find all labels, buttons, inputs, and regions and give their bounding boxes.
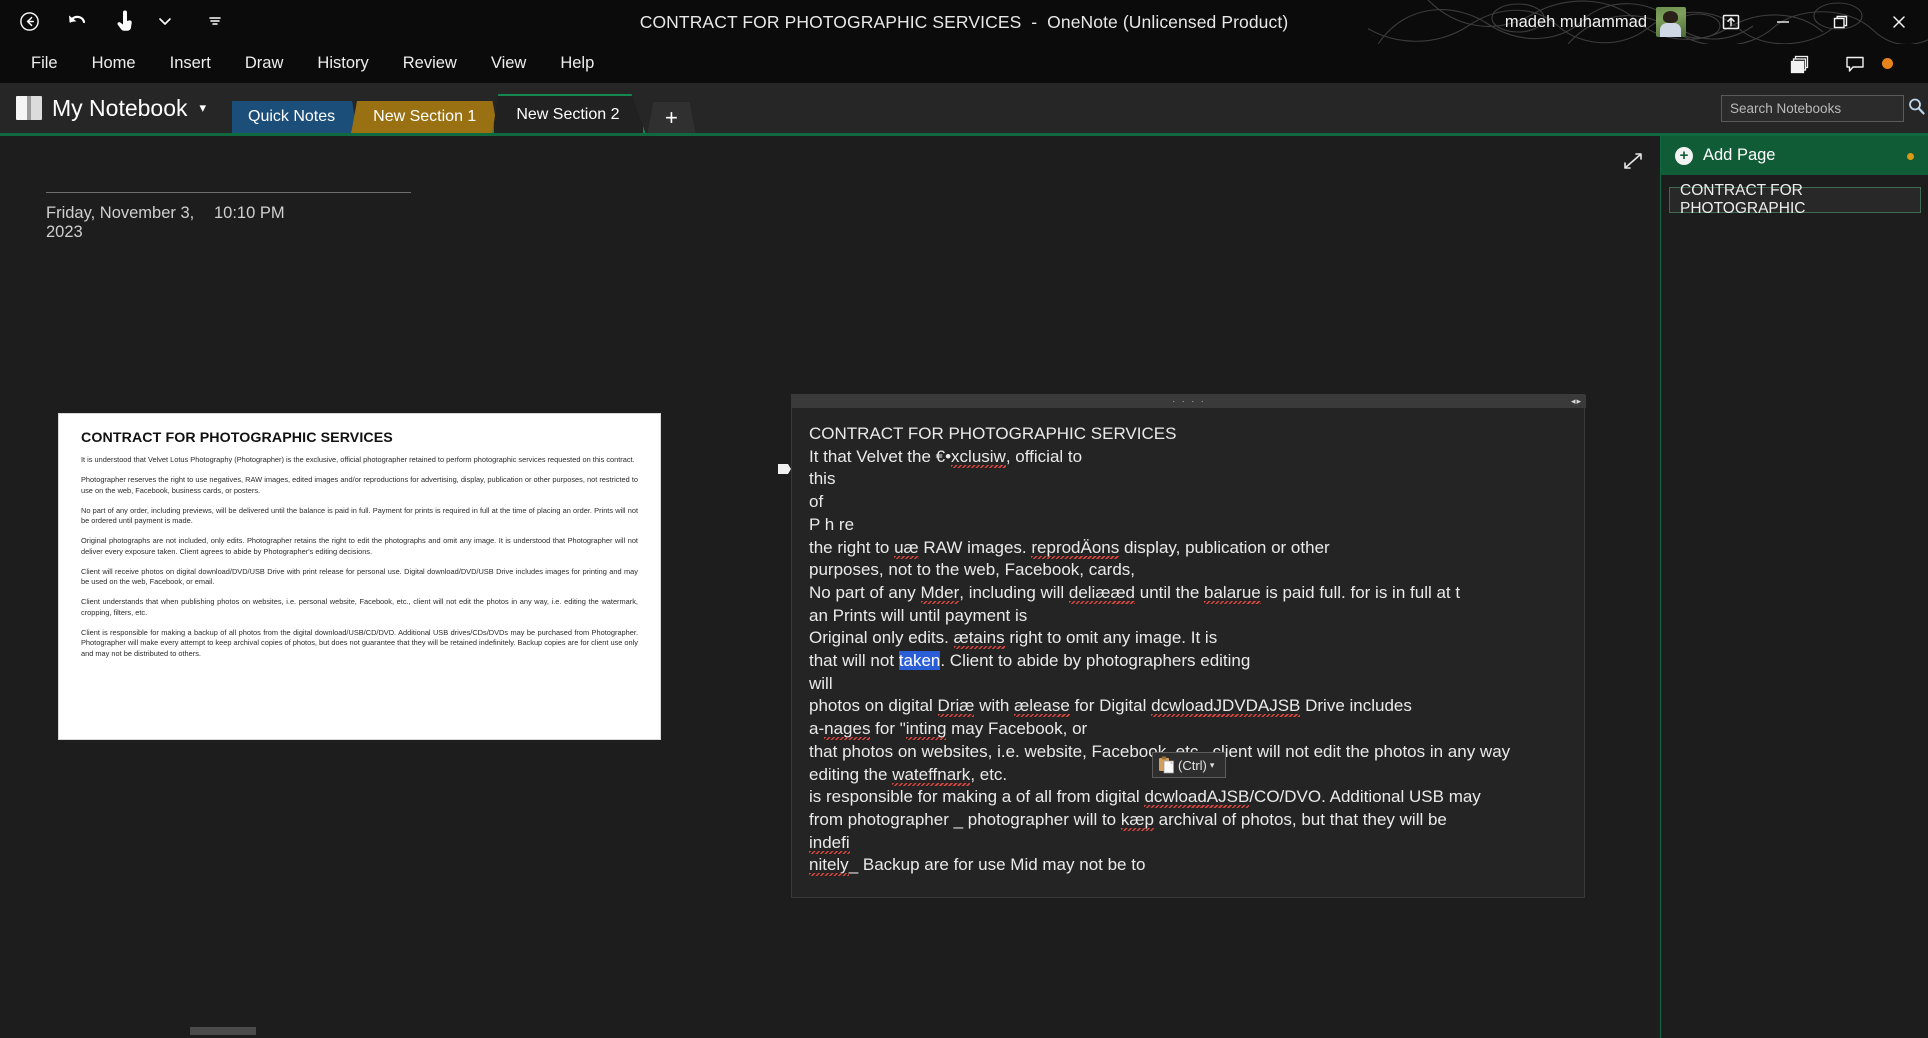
pasted-line: purposes, not to the web, Facebook, card… — [809, 560, 1136, 580]
pasted-line: No part of any Mder, including will deli… — [809, 582, 1461, 602]
back-arrow-circle-icon[interactable] — [14, 6, 44, 36]
contract-image-paragraph: Client understands that when publishing … — [81, 597, 638, 617]
tab-history[interactable]: History — [300, 44, 385, 83]
note-paragraph-handle-icon[interactable] — [776, 462, 792, 478]
paste-options-label: (Ctrl) — [1178, 757, 1207, 773]
touch-mode-icon[interactable] — [110, 6, 140, 36]
contract-image[interactable]: CONTRACT FOR PHOTOGRAPHIC SERVICES It is… — [59, 414, 660, 739]
clipboard-paste-icon — [1158, 756, 1175, 774]
page-panel-status-dot — [1907, 153, 1914, 160]
tab-insert[interactable]: Insert — [153, 44, 228, 83]
notebook-icon — [16, 96, 42, 120]
page-canvas[interactable]: Friday, November 3, 2023 10:10 PM CONTRA… — [0, 136, 1660, 1038]
pasted-line: from photographer _ photographer will to… — [809, 809, 1447, 829]
pasted-line: is responsible for making a of all from … — [809, 787, 1481, 807]
pasted-line: an Prints will until payment is — [809, 605, 1028, 625]
page-date[interactable]: Friday, November 3, 2023 — [46, 204, 214, 242]
pasted-line: nitely_ Backup are for use Mid may not b… — [809, 855, 1146, 875]
pasted-line: P h re — [809, 514, 855, 534]
pasted-line: will — [809, 673, 833, 693]
pasted-line: of — [809, 492, 824, 512]
add-section-button[interactable]: + — [647, 102, 695, 133]
ribbon-tab-bar: File Home Insert Draw History Review Vie… — [0, 44, 1928, 83]
minimize-button[interactable] — [1754, 0, 1812, 44]
note-container-handle[interactable]: · · · · ◂▸ — [792, 395, 1586, 408]
avatar[interactable] — [1656, 7, 1686, 37]
section-tab-label: Quick Notes — [248, 108, 336, 125]
undo-icon[interactable] — [62, 6, 92, 36]
window-title-text: CONTRACT FOR PHOTOGRAPHIC SERVICES - One… — [639, 11, 1289, 32]
notebook-name: My Notebook — [52, 94, 188, 121]
pasted-line: It that Velvet the €•xclusiw, official t… — [809, 446, 1083, 466]
page-list-panel: + Add Page CONTRACT FOR PHOTOGRAPHIC — [1660, 136, 1928, 1038]
pasted-line: indefi — [809, 832, 850, 852]
tab-view[interactable]: View — [474, 44, 543, 83]
page-list-item-title: CONTRACT FOR PHOTOGRAPHIC — [1680, 182, 1806, 217]
section-tab-label: New Section 2 — [516, 105, 620, 123]
pasted-line: a-nages for "inting may Facebook, or — [809, 719, 1088, 739]
add-page-button[interactable]: + Add Page — [1661, 136, 1928, 176]
section-tab-label: New Section 1 — [373, 108, 477, 125]
tab-review[interactable]: Review — [386, 44, 474, 83]
restore-button[interactable] — [1812, 0, 1870, 44]
chevron-down-icon[interactable]: ▾ — [200, 100, 207, 116]
contract-image-paragraph: It is understood that Velvet Lotus Photo… — [81, 455, 635, 464]
page-title-rule — [46, 192, 411, 193]
pasted-text-container[interactable]: · · · · ◂▸ CONTRACT FOR PHOTOGRAPHIC SER… — [778, 394, 1586, 898]
pasted-line: the right to uæ RAW images. reprodÄons d… — [809, 537, 1330, 557]
tab-draw[interactable]: Draw — [228, 44, 301, 83]
titlebar-right-cluster: madeh muhammad — [1505, 0, 1928, 44]
paste-options-button[interactable]: (Ctrl) ▾ — [1152, 752, 1226, 778]
search-notebooks-box[interactable]: ▾ — [1721, 95, 1925, 122]
contract-image-paragraph: Client is responsible for making a backu… — [81, 627, 638, 658]
account-name[interactable]: madeh muhammad — [1505, 13, 1647, 32]
quick-access-dropdown-icon[interactable] — [150, 6, 180, 36]
tab-help[interactable]: Help — [543, 44, 611, 83]
pasted-line: photos on digital Driæ with ælease for D… — [809, 696, 1412, 716]
section-tab-new-section-1[interactable]: New Section 1 — [351, 101, 499, 133]
expand-page-icon[interactable] — [1620, 148, 1646, 174]
contract-image-heading: CONTRACT FOR PHOTOGRAPHIC SERVICES — [81, 430, 393, 446]
pasted-line: that will not taken. Client to abide by … — [809, 651, 1251, 671]
unlicensed-status-dot — [1882, 58, 1893, 69]
share-pages-icon[interactable] — [1774, 44, 1828, 83]
section-tab-new-section-2[interactable]: New Section 2 — [492, 94, 645, 133]
contract-image-paragraph: No part of any order, including previews… — [81, 505, 638, 526]
horizontal-scrollbar[interactable] — [0, 1024, 1660, 1038]
page-time[interactable]: 10:10 PM — [214, 204, 285, 223]
pasted-line: CONTRACT FOR PHOTOGRAPHIC SERVICES — [809, 424, 1177, 443]
section-tabs: Quick Notes New Section 1 New Section 2 … — [232, 83, 695, 133]
page-datetime: Friday, November 3, 2023 10:10 PM — [46, 204, 416, 242]
note-resize-arrows-icon[interactable]: ◂▸ — [1571, 396, 1582, 407]
contract-image-paragraph: Photographer reserves the right to use n… — [81, 475, 638, 495]
pasted-line: Original only edits. ætains right to omi… — [809, 628, 1218, 648]
contract-image-paragraph: Original photographs are not included, o… — [81, 536, 638, 556]
horizontal-scrollbar-thumb[interactable] — [190, 1027, 256, 1035]
tab-home[interactable]: Home — [75, 44, 153, 83]
comments-icon[interactable] — [1828, 44, 1882, 83]
customize-quick-access-icon[interactable] — [200, 6, 230, 36]
ribbon-tabs: File Home Insert Draw History Review Vie… — [0, 44, 1928, 83]
pasted-line: this — [809, 469, 836, 489]
tab-file[interactable]: File — [14, 44, 75, 83]
pasted-text-body[interactable]: CONTRACT FOR PHOTOGRAPHIC SERVICES It th… — [792, 395, 1584, 877]
page-list-item[interactable]: CONTRACT FOR PHOTOGRAPHIC — [1669, 182, 1921, 217]
section-tab-quick-notes[interactable]: Quick Notes — [232, 101, 358, 133]
page-header: Friday, November 3, 2023 10:10 PM — [46, 192, 416, 242]
contract-image-paragraph: Client will receive photos on digital do… — [81, 566, 638, 587]
title-bar: CONTRACT FOR PHOTOGRAPHIC SERVICES - One… — [0, 0, 1928, 44]
search-input[interactable] — [1730, 101, 1907, 116]
notebook-section-bar: My Notebook ▾ Quick Notes New Section 1 … — [0, 83, 1928, 136]
ribbon-right-icons — [1774, 44, 1928, 83]
close-button[interactable] — [1870, 0, 1928, 44]
chevron-down-icon[interactable]: ▾ — [1210, 760, 1215, 771]
notebook-selector[interactable]: My Notebook ▾ — [16, 83, 206, 133]
ribbon-display-options-icon[interactable] — [1708, 0, 1754, 44]
plus-circle-icon: + — [1675, 146, 1693, 165]
note-handle-dots: · · · · — [1172, 396, 1206, 406]
search-icon[interactable] — [1907, 97, 1926, 121]
add-page-label: Add Page — [1703, 146, 1776, 164]
quick-access-toolbar — [14, 6, 230, 36]
